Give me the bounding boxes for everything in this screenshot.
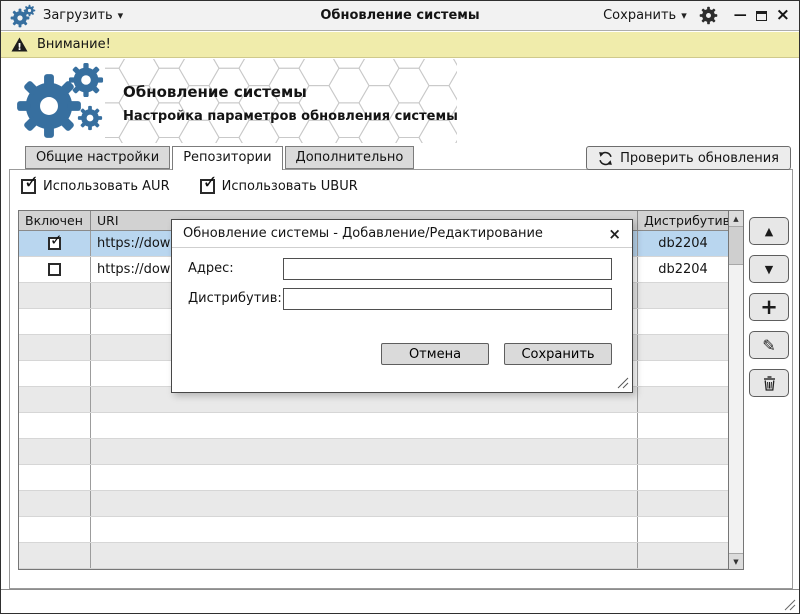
check-icon: ✓ bbox=[24, 172, 39, 193]
titlebar: Загрузить ▾ Обновление системы Сохранить… bbox=[1, 1, 799, 31]
page-title: Обновление системы bbox=[123, 83, 307, 101]
row-enabled-checkbox[interactable]: ✓ bbox=[48, 237, 61, 250]
arrow-down-icon: ▼ bbox=[765, 263, 773, 276]
maximize-button[interactable] bbox=[756, 11, 767, 21]
svg-text:!: ! bbox=[17, 42, 22, 52]
edit-dialog: Обновление системы - Добавление/Редактир… bbox=[171, 219, 633, 393]
warning-banner: ! Внимание! bbox=[1, 32, 799, 58]
table-row[interactable] bbox=[19, 439, 728, 465]
warning-text: Внимание! bbox=[37, 37, 111, 52]
check-updates-label: Проверить обновления bbox=[620, 151, 779, 166]
tab-additional[interactable]: Дополнительно bbox=[285, 146, 415, 169]
close-button[interactable]: × bbox=[776, 7, 790, 24]
scrollbar-up-button[interactable]: ▲ bbox=[729, 211, 743, 227]
hex-pattern bbox=[105, 59, 457, 143]
use-aur-checkbox[interactable]: ✓ Использовать AUR bbox=[21, 179, 170, 194]
gear-icon bbox=[699, 6, 718, 25]
distro-label: Дистрибутив: bbox=[188, 291, 282, 306]
table-row[interactable] bbox=[19, 517, 728, 543]
dialog-titlebar[interactable]: Обновление системы - Добавление/Редактир… bbox=[172, 220, 632, 248]
dialog-title: Обновление системы - Добавление/Редактир… bbox=[183, 226, 543, 241]
save-menu-label: Сохранить bbox=[603, 8, 676, 23]
scrollbar-thumb[interactable] bbox=[729, 227, 743, 265]
table-scrollbar[interactable]: ▲ ▼ bbox=[728, 211, 743, 569]
table-row[interactable] bbox=[19, 543, 728, 569]
statusbar bbox=[1, 589, 799, 614]
window-resize-grip[interactable] bbox=[782, 597, 796, 611]
move-up-button[interactable]: ▲ bbox=[749, 217, 789, 245]
add-button[interactable]: + bbox=[749, 293, 789, 321]
cancel-button[interactable]: Отмена bbox=[381, 343, 489, 365]
dialog-close-button[interactable]: × bbox=[608, 225, 621, 243]
app-gears-icon bbox=[10, 4, 36, 28]
check-icon: ✓ bbox=[203, 172, 218, 193]
save-menu-button[interactable]: Сохранить ▾ bbox=[603, 8, 687, 23]
arrow-up-icon: ▲ bbox=[765, 225, 773, 238]
use-aur-label: Использовать AUR bbox=[43, 179, 170, 194]
check-icon: ✓ bbox=[50, 231, 63, 249]
edit-button[interactable]: ✎ bbox=[749, 331, 789, 359]
warning-triangle-icon: ! bbox=[11, 37, 28, 52]
scrollbar-down-button[interactable]: ▼ bbox=[729, 553, 743, 569]
address-label: Адрес: bbox=[188, 261, 234, 276]
minimize-button[interactable]: — bbox=[734, 8, 747, 23]
settings-button[interactable] bbox=[699, 6, 718, 25]
page-header: Обновление системы Настройка параметров … bbox=[1, 59, 799, 145]
load-menu-button[interactable]: Загрузить ▾ bbox=[43, 8, 123, 23]
chevron-down-icon: ▾ bbox=[681, 9, 687, 22]
tab-repositories[interactable]: Репозитории bbox=[172, 146, 282, 170]
row-action-buttons: ▲ ▼ + ✎ bbox=[749, 217, 789, 397]
load-menu-label: Загрузить bbox=[43, 8, 113, 23]
checkbox-box: ✓ bbox=[21, 179, 36, 194]
column-header-enabled: Включен bbox=[19, 211, 91, 230]
window-title: Обновление системы bbox=[181, 8, 619, 23]
address-field-row: Адрес: bbox=[188, 258, 612, 280]
dialog-buttons: Отмена Сохранить bbox=[381, 343, 612, 365]
row-enabled-checkbox[interactable] bbox=[48, 263, 61, 276]
refresh-icon bbox=[598, 151, 613, 166]
table-row[interactable] bbox=[19, 491, 728, 517]
use-ubur-label: Использовать UBUR bbox=[222, 179, 358, 194]
check-updates-button[interactable]: Проверить обновления bbox=[586, 146, 791, 170]
repo-options: ✓ Использовать AUR ✓ Использовать UBUR bbox=[21, 179, 358, 194]
address-input[interactable] bbox=[283, 258, 612, 280]
app-logo-gears-icon bbox=[15, 61, 111, 143]
window-controls: — × bbox=[734, 7, 790, 24]
tab-bar: Общие настройки Репозитории Дополнительн… bbox=[25, 146, 414, 170]
pencil-icon: ✎ bbox=[762, 336, 775, 355]
chevron-down-icon: ▾ bbox=[118, 9, 124, 22]
dialog-resize-grip[interactable] bbox=[616, 376, 629, 389]
column-header-distro: Дистрибутив bbox=[638, 211, 728, 230]
app-window: Загрузить ▾ Обновление системы Сохранить… bbox=[0, 0, 800, 614]
use-ubur-checkbox[interactable]: ✓ Использовать UBUR bbox=[200, 179, 358, 194]
page-subtitle: Настройка параметров обновления системы bbox=[123, 109, 458, 124]
checkbox-box: ✓ bbox=[200, 179, 215, 194]
delete-button[interactable] bbox=[749, 369, 789, 397]
distro-input[interactable] bbox=[283, 288, 612, 310]
trash-icon bbox=[763, 376, 776, 391]
table-row[interactable] bbox=[19, 413, 728, 439]
tab-general-settings[interactable]: Общие настройки bbox=[25, 146, 170, 169]
distro-field-row: Дистрибутив: bbox=[188, 288, 612, 310]
move-down-button[interactable]: ▼ bbox=[749, 255, 789, 283]
save-button[interactable]: Сохранить bbox=[504, 343, 612, 365]
table-row[interactable] bbox=[19, 465, 728, 491]
